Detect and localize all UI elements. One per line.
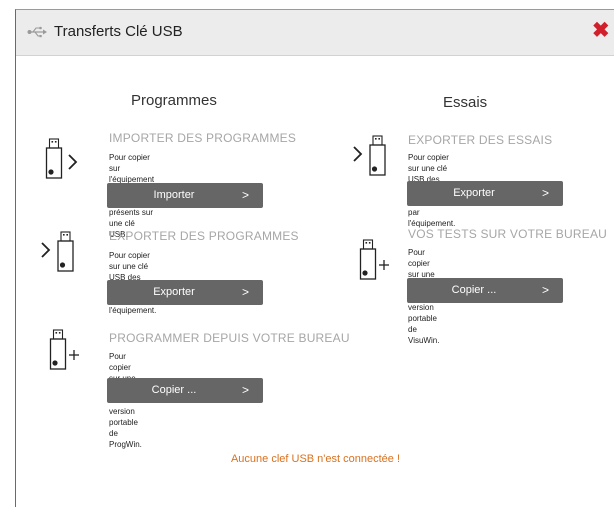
chevron-right-icon: > <box>241 285 249 299</box>
tests-column-title: Essais <box>443 94 488 111</box>
programs-column-title: Programmes <box>131 92 217 109</box>
usb-import-icon <box>45 138 78 179</box>
usb-transfer-window: Transferts Clé USB ✖ Programmes Essais I… <box>15 9 614 507</box>
program-desktop-title: PROGRAMMER DEPUIS VOTRE BUREAU <box>109 331 350 345</box>
usb-add-icon <box>49 329 79 370</box>
usb-add-icon <box>359 239 389 280</box>
chevron-right-icon: > <box>241 383 249 397</box>
tests-desktop-title: VOS TESTS SUR VOTRE BUREAU <box>408 227 608 241</box>
chevron-right-icon: > <box>241 188 249 202</box>
window-title: Transferts Clé USB <box>54 23 183 40</box>
import-programs-title: IMPORTER DES PROGRAMMES <box>109 131 297 145</box>
usb-export-icon <box>353 135 386 176</box>
chevron-right-icon: > <box>541 186 549 200</box>
export-tests-title: EXPORTER DES ESSAIS <box>408 133 553 147</box>
import-button[interactable]: Importer > <box>107 183 263 208</box>
title-bar: Transferts Clé USB ✖ <box>16 10 614 56</box>
close-icon[interactable]: ✖ <box>592 19 610 43</box>
export-programs-title: EXPORTER DES PROGRAMMES <box>109 229 299 243</box>
usb-export-icon <box>41 231 74 272</box>
copy-progwin-button[interactable]: Copier ... > <box>107 378 263 403</box>
usb-status-message: Aucune clef USB n'est connectée ! <box>230 453 401 465</box>
export-programs-button[interactable]: Exporter > <box>107 280 263 305</box>
export-tests-button[interactable]: Exporter > <box>407 181 563 206</box>
chevron-right-icon: > <box>541 283 549 297</box>
copy-visuwin-button[interactable]: Copier ... > <box>407 278 563 303</box>
usb-symbol-icon <box>27 26 47 38</box>
